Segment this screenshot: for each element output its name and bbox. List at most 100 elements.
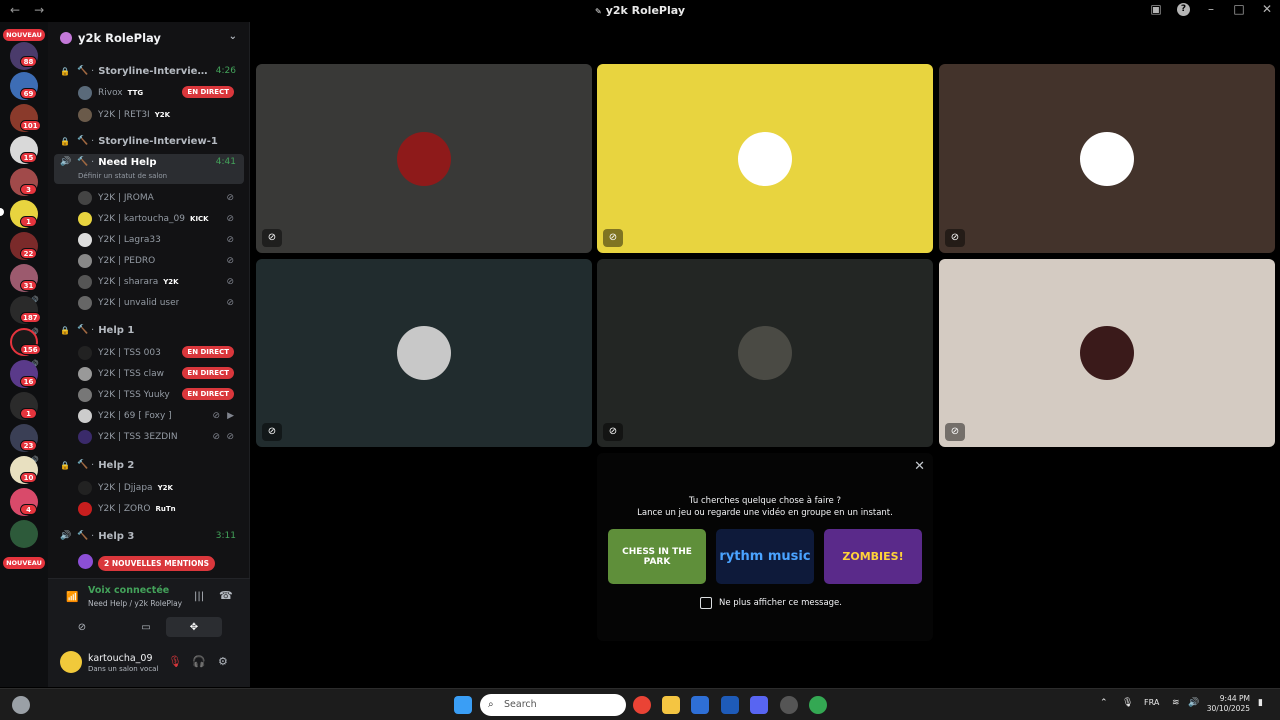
minimize-icon[interactable]: – bbox=[1204, 2, 1218, 16]
member-name: Y2K | Lagra33 bbox=[98, 234, 161, 245]
participant-avatar bbox=[738, 131, 792, 186]
voice-member[interactable]: Y2K | 69 [ Foxy ] ⊘ ▶ bbox=[78, 406, 244, 425]
settings-gear-icon[interactable]: ⚙ bbox=[218, 655, 228, 668]
activity-chess[interactable]: CHESS IN THE PARK bbox=[608, 529, 706, 584]
mail-icon[interactable] bbox=[721, 696, 739, 714]
steam-icon[interactable] bbox=[780, 696, 798, 714]
activity-rythm[interactable]: rythm music bbox=[716, 529, 814, 584]
server-name: y2k RolePlay bbox=[78, 31, 161, 45]
voice-channel[interactable]: 🔒 🔨 · Help 1 bbox=[54, 321, 244, 339]
new-mentions-pill[interactable]: 2 NOUVELLES MENTIONS bbox=[98, 556, 216, 571]
notification-icon[interactable]: ▮ bbox=[1258, 698, 1263, 708]
store-icon[interactable] bbox=[691, 696, 709, 714]
channel-status[interactable]: Définir un statut de salon bbox=[78, 172, 167, 180]
server-badge: 1 bbox=[20, 408, 37, 419]
help-icon[interactable]: ? bbox=[1177, 2, 1190, 16]
channel-timer: 4:41 bbox=[215, 157, 236, 167]
wifi-icon[interactable]: ≋ bbox=[1172, 698, 1180, 708]
close-icon[interactable]: ✕ bbox=[914, 459, 925, 474]
member-tag: KICK bbox=[190, 214, 209, 223]
member-name: Y2K | 69 [ Foxy ] bbox=[98, 410, 172, 421]
windows-start-icon[interactable] bbox=[454, 696, 472, 714]
tray-chevron-icon[interactable]: ⌃ bbox=[1100, 698, 1108, 708]
participant-tile[interactable]: ⊘ bbox=[939, 259, 1275, 447]
voice-channel-active[interactable]: 🔊 🔨 · Need Help 4:41 Définir un statut d… bbox=[54, 154, 244, 184]
voice-member[interactable]: Y2K | TSS claw EN DIRECT bbox=[78, 364, 244, 383]
server-badge: 187 bbox=[20, 312, 41, 323]
voice-member[interactable]: Y2K | TSS 003 EN DIRECT bbox=[78, 343, 244, 362]
discord-small-icon: ✎ bbox=[594, 7, 602, 16]
member-tag: Y2K bbox=[157, 483, 173, 492]
voice-member[interactable]: Y2K | RET3I Y2K bbox=[78, 105, 244, 124]
participant-tile[interactable]: ⊘ bbox=[939, 64, 1275, 253]
voice-channel[interactable]: 🔒 🔨 · Storyline-Interview-1 bbox=[54, 132, 244, 150]
member-name: Y2K | ZORO bbox=[98, 503, 151, 514]
mic-muted-icon: ⊘ bbox=[945, 229, 965, 247]
chrome-icon[interactable] bbox=[633, 696, 651, 714]
close-icon[interactable]: ✕ bbox=[1260, 2, 1274, 16]
volume-icon[interactable]: 🔊 bbox=[1188, 698, 1199, 708]
taskbar-clock[interactable]: 9:44 PM 30/10/2025 bbox=[1207, 694, 1250, 714]
member-tag: TTG bbox=[127, 88, 144, 97]
activity-zombies[interactable]: ZOMBIES! bbox=[824, 529, 922, 584]
channel-name: Storyline-Intervie... bbox=[98, 65, 209, 77]
voice-member[interactable]: Y2K | sharara Y2K ⊘ bbox=[78, 272, 244, 291]
voice-member[interactable]: Y2K | unvalid user ⊘ bbox=[78, 293, 244, 312]
weather-icon[interactable] bbox=[12, 696, 30, 714]
avatar bbox=[78, 408, 92, 423]
voice-channel[interactable]: 🔊 🔨 · Help 3 3:11 bbox=[54, 527, 244, 545]
server-boost-icon bbox=[60, 32, 72, 44]
server-badge: 88 bbox=[20, 56, 37, 67]
microphone-icon[interactable]: 🎙 bbox=[1122, 698, 1133, 708]
disconnect-icon[interactable]: ☎ bbox=[219, 589, 233, 602]
voice-status[interactable]: Voix connectée bbox=[88, 585, 169, 596]
headphones-icon[interactable]: 🎧 bbox=[192, 655, 206, 668]
search-icon: ⌕ bbox=[488, 699, 494, 710]
server-icon[interactable] bbox=[10, 520, 38, 548]
user-avatar[interactable] bbox=[60, 651, 82, 673]
inbox-icon[interactable]: ▣ bbox=[1149, 2, 1163, 16]
noise-suppression-icon[interactable]: ||| bbox=[194, 591, 204, 602]
camera-button[interactable]: ⊘ bbox=[54, 617, 110, 637]
discord-icon[interactable] bbox=[750, 696, 768, 714]
voice-member[interactable]: Y2K | ZORO RuTn bbox=[78, 499, 244, 518]
server-badge: 156 bbox=[20, 344, 41, 355]
language-indicator[interactable]: FRA bbox=[1144, 698, 1159, 707]
voice-channel-path[interactable]: Need Help / y2k RolePlay bbox=[88, 599, 182, 608]
participant-tile[interactable]: ⊘ bbox=[597, 64, 933, 253]
username[interactable]: kartoucha_09 bbox=[88, 653, 153, 664]
participant-tile[interactable]: ⊘ bbox=[597, 259, 933, 447]
server-header[interactable]: y2k RolePlay ⌄ bbox=[48, 22, 249, 54]
voice-member[interactable]: Y2K | JROMA ⊘ bbox=[78, 188, 244, 207]
channel-timer: 4:26 bbox=[215, 66, 236, 76]
voice-channel[interactable]: 🔒 🔨 · Help 2 bbox=[54, 456, 244, 474]
member-name: Y2K | Djjapa bbox=[98, 482, 153, 493]
separator-dot: · bbox=[91, 65, 95, 77]
member-tag: RuTn bbox=[155, 504, 176, 513]
hammer-icon: 🔨 bbox=[77, 66, 89, 76]
file-explorer-icon[interactable] bbox=[662, 696, 680, 714]
voice-member[interactable]: Y2K | TSS Yuuky EN DIRECT bbox=[78, 385, 244, 404]
new-servers-badge[interactable]: NOUVEAU bbox=[3, 557, 45, 569]
activities-button[interactable]: ✥ bbox=[166, 617, 222, 637]
maximize-icon[interactable]: □ bbox=[1232, 2, 1246, 16]
participant-tile[interactable]: ⊘ bbox=[256, 64, 592, 253]
chrome-profile-icon[interactable] bbox=[809, 696, 827, 714]
voice-member[interactable]: Y2K | PEDRO ⊘ bbox=[78, 251, 244, 270]
taskbar-search[interactable]: ⌕ Search bbox=[480, 694, 626, 716]
avatar bbox=[78, 107, 92, 122]
separator-dot: · bbox=[91, 530, 95, 542]
voice-member[interactable]: Rivox TTG EN DIRECT bbox=[78, 83, 244, 102]
voice-member[interactable]: Y2K | kartoucha_09 KICK ⊘ bbox=[78, 209, 244, 228]
voice-member[interactable]: Y2K | TSS 3EZDIN ⊘ ⊘ bbox=[78, 427, 244, 446]
voice-channel[interactable]: 🔒 🔨 · Storyline-Intervie... 4:26 bbox=[54, 62, 244, 80]
dont-show-label[interactable]: Ne plus afficher ce message. bbox=[719, 598, 842, 608]
participant-tile[interactable]: ⊘ bbox=[256, 259, 592, 447]
voice-member[interactable]: Y2K | Lagra33 ⊘ bbox=[78, 230, 244, 249]
mic-muted-icon[interactable]: 🎙 bbox=[168, 655, 182, 668]
server-badge: 4 bbox=[20, 504, 37, 515]
dont-show-checkbox[interactable] bbox=[700, 597, 712, 609]
voice-member[interactable]: Y2K | Djjapa Y2K bbox=[78, 478, 244, 497]
new-servers-badge[interactable]: NOUVEAU bbox=[3, 29, 45, 41]
chevron-down-icon[interactable]: ⌄ bbox=[229, 31, 237, 42]
